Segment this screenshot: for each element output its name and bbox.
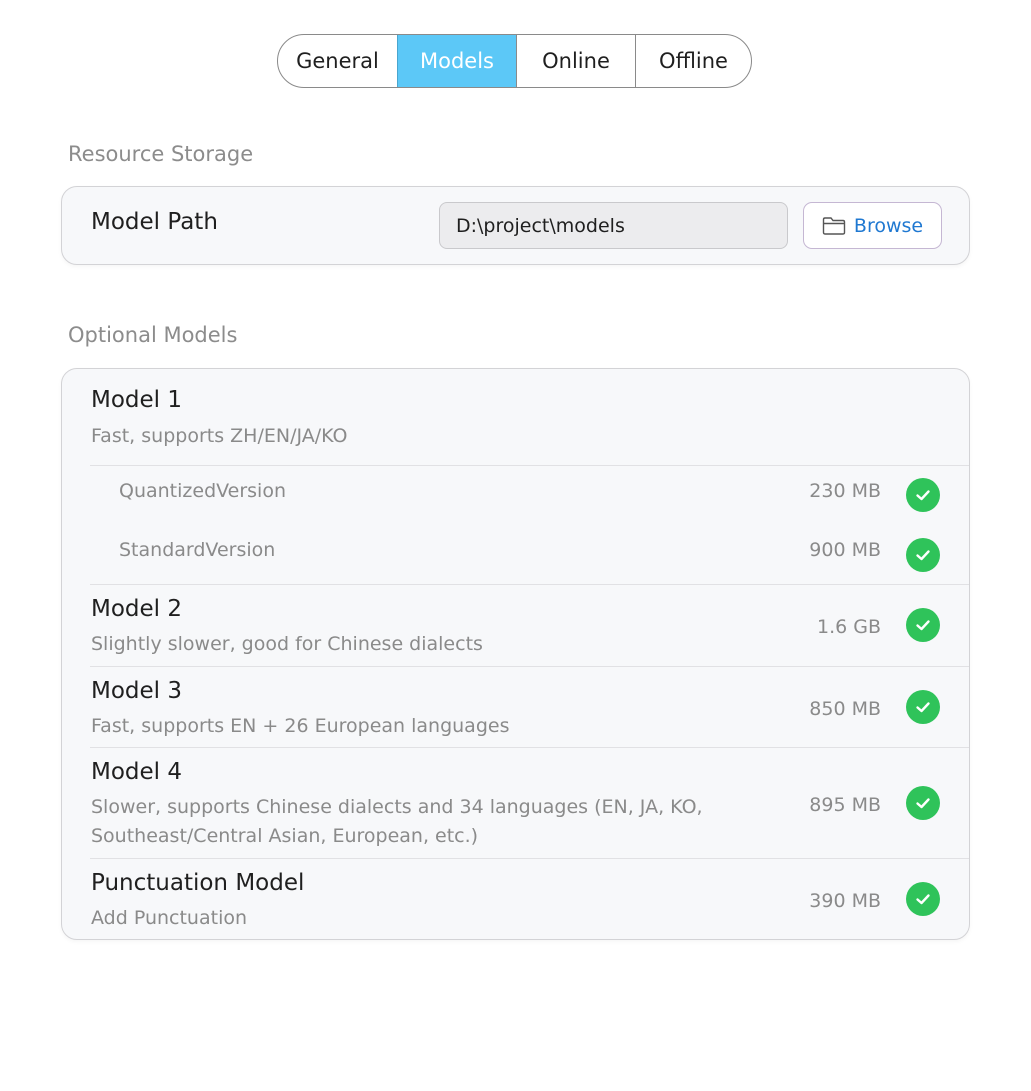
version-name: QuantizedVersion	[119, 480, 287, 502]
settings-page: General Models Online Offline Resource S…	[0, 0, 1031, 1091]
model-description: Add Punctuation	[91, 907, 248, 929]
installed-check-icon[interactable]	[906, 690, 940, 724]
tab-offline[interactable]: Offline	[635, 35, 751, 87]
model-version-row: QuantizedVersion 230 MB	[62, 465, 969, 524]
row-divider	[90, 666, 969, 667]
model-name: Model 3	[91, 678, 183, 704]
model-size: 1.6 GB	[816, 616, 881, 638]
row-divider	[90, 747, 969, 748]
model-size: 850 MB	[809, 698, 881, 720]
tab-general[interactable]: General	[278, 35, 397, 87]
settings-tabs: General Models Online Offline	[277, 34, 752, 88]
model-size: 390 MB	[809, 890, 881, 912]
optional-models-title: Optional Models	[68, 323, 238, 347]
model-path-label: Model Path	[91, 209, 218, 235]
version-size: 230 MB	[809, 480, 881, 502]
resource-storage-card: Model Path Browse	[61, 186, 970, 265]
model-name: Model 1	[91, 387, 183, 413]
model-description: Slightly slower, good for Chinese dialec…	[91, 633, 483, 655]
model-name: Model 2	[91, 596, 183, 622]
model-description: Slower, supports Chinese dialects and 34…	[91, 796, 703, 847]
model-row: Model 2 Slightly slower, good for Chines…	[62, 584, 969, 666]
row-divider	[90, 858, 969, 859]
browse-label: Browse	[853, 214, 924, 237]
model-name: Punctuation Model	[91, 870, 305, 896]
model-row: Model 1 Fast, supports ZH/EN/JA/KO	[62, 369, 969, 465]
model-version-row: StandardVersion 900 MB	[62, 524, 969, 584]
installed-check-icon[interactable]	[906, 786, 940, 820]
model-row: Model 3 Fast, supports EN + 26 European …	[62, 666, 969, 747]
installed-check-icon[interactable]	[906, 478, 940, 512]
model-size: 895 MB	[809, 794, 881, 816]
row-divider	[90, 465, 969, 466]
model-row: Model 4 Slower, supports Chinese dialect…	[62, 747, 969, 858]
row-divider	[90, 584, 969, 585]
version-name: StandardVersion	[119, 539, 276, 561]
version-size: 900 MB	[809, 539, 881, 561]
model-path-input[interactable]	[439, 202, 788, 249]
model-row: Punctuation Model Add Punctuation 390 MB	[62, 858, 969, 940]
resource-storage-title: Resource Storage	[68, 142, 254, 166]
installed-check-icon[interactable]	[906, 608, 940, 642]
tab-online[interactable]: Online	[516, 35, 635, 87]
model-description: Fast, supports EN + 26 European language…	[91, 715, 510, 737]
installed-check-icon[interactable]	[906, 538, 940, 572]
model-description: Fast, supports ZH/EN/JA/KO	[91, 425, 348, 447]
tab-models[interactable]: Models	[397, 35, 516, 87]
browse-button[interactable]: Browse	[803, 202, 942, 249]
optional-models-card: Model 1 Fast, supports ZH/EN/JA/KO Quant…	[61, 368, 970, 940]
folder-icon	[822, 216, 846, 236]
model-name: Model 4	[91, 759, 183, 785]
installed-check-icon[interactable]	[906, 882, 940, 916]
